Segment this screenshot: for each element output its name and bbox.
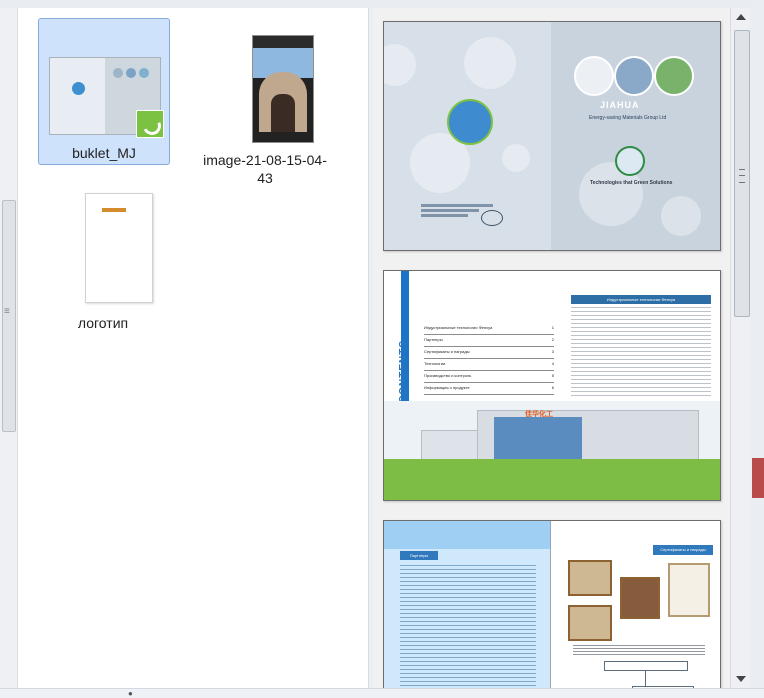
file-label: buklet_MJ — [72, 145, 136, 161]
partners-heading: Партнеры — [400, 551, 438, 560]
thumbnail-left-half — [50, 58, 105, 134]
coreldraw-badge-icon — [136, 110, 164, 138]
bokeh-circle — [502, 144, 530, 172]
diagram-connector — [645, 671, 646, 686]
contents-line: Производство и контроль 5 — [424, 372, 554, 383]
contents-line-text: Информация о продукте — [424, 385, 470, 390]
file-item-image[interactable]: image-21-08-15-04-43 — [198, 18, 332, 190]
file-item-buklet-mj[interactable]: buklet_MJ — [38, 18, 170, 165]
preview-scrollbar[interactable] — [730, 8, 751, 688]
document-thumbnail — [85, 193, 153, 303]
company-logo-icon — [615, 146, 645, 176]
building-sign: 佳华化工 — [525, 411, 553, 418]
contents-line-text: Сертификаты и награды — [424, 349, 470, 354]
contents-line: Индустриальные технологии Фенхуа 1 — [424, 324, 554, 335]
preview-page-partners: Партнеры Сертификаты и награды — [383, 520, 721, 688]
contents-title: CONTENTS — [398, 340, 409, 403]
globe-icon — [447, 99, 493, 145]
cover-tagline: Technologies that Green Solutions — [590, 180, 673, 186]
cover-brand-title: JIAHUA — [600, 100, 640, 110]
scroll-up-arrow-icon[interactable] — [736, 14, 746, 20]
cover-subtitle: Energy-saving Materials Group Ltd — [589, 115, 667, 121]
contents-line-text: Производство и контроль — [424, 373, 472, 378]
contents-header-bar: Индустриальные технологии Фенхуа — [571, 295, 711, 304]
preview-scroll-thumb[interactable] — [734, 30, 750, 317]
award-plaque-icon — [620, 577, 660, 619]
globe-thumbnail-icon — [72, 82, 85, 95]
contents-line-text: Партнеры — [424, 337, 443, 342]
preview-page-cover: JIAHUA Energy-saving Materials Group Ltd… — [383, 21, 721, 251]
car-thumbnail-icon — [113, 68, 123, 78]
contents-line: Партнеры 2 — [424, 336, 554, 347]
partners-top-band — [384, 521, 550, 549]
background-window-edge — [752, 458, 764, 498]
certificate-icon — [668, 563, 710, 617]
contents-line-page: 1 — [551, 325, 554, 330]
photo-status-strip — [253, 36, 313, 48]
bokeh-circle — [384, 44, 416, 86]
city-photo — [654, 56, 694, 96]
contents-line: Технологии 4 — [424, 360, 554, 371]
file-item-logotip[interactable]: логотип — [38, 188, 168, 332]
contents-line-page: 3 — [551, 349, 554, 354]
car-photo — [574, 56, 614, 96]
certificate-icon — [568, 605, 612, 641]
partners-panel: Партнеры — [384, 521, 550, 688]
left-scrollbar[interactable]: ≡ — [0, 8, 18, 688]
building-thumbnail-icon — [126, 68, 136, 78]
diagram-box — [604, 661, 688, 671]
window-right-edge — [750, 0, 764, 697]
contents-text-block — [571, 307, 711, 399]
preview-pane: JIAHUA Energy-saving Materials Group Ltd… — [373, 8, 730, 688]
cover-photo-row — [574, 56, 694, 96]
building-glass — [494, 417, 582, 465]
lawn — [384, 459, 720, 500]
contents-line-page: 6 — [551, 385, 554, 390]
file-label: image-21-08-15-04-43 — [203, 152, 327, 186]
file-list-pane: buklet_MJ image-21-08-15-04-43 логотип — [18, 8, 368, 688]
contents-line-page: 2 — [551, 337, 554, 342]
small-seal-icon — [481, 210, 503, 226]
file-label: логотип — [77, 315, 129, 331]
contents-line-page: 4 — [551, 361, 554, 366]
city-thumbnail-icon — [139, 68, 149, 78]
contents-line: Информация о продукте 6 — [424, 384, 554, 395]
certificate-icon — [568, 560, 612, 596]
contents-line-page: 5 — [551, 373, 554, 378]
contents-line-text: Технологии — [424, 361, 446, 366]
photo-doorway — [271, 94, 295, 132]
contents-line: Сертификаты и награды 3 — [424, 348, 554, 359]
contents-list: Индустриальные технологии Фенхуа 1 Партн… — [424, 324, 554, 396]
certificates-text — [573, 645, 705, 655]
grip-icon — [739, 169, 745, 183]
partners-text-block — [400, 565, 536, 688]
bokeh-circle — [661, 196, 701, 236]
grip-icon: ≡ — [4, 306, 10, 317]
building-photo — [614, 56, 654, 96]
logo-mark-icon — [102, 208, 126, 212]
contents-line-text: Индустриальные технологии Фенхуа — [424, 325, 493, 330]
bokeh-circle — [464, 37, 516, 89]
certificates-heading: Сертификаты и награды — [653, 545, 713, 555]
scroll-down-arrow-icon[interactable] — [736, 676, 746, 682]
preview-page-contents: CONTENTS Индустриальные технологии Фенху… — [383, 270, 721, 501]
photo-thumbnail — [252, 35, 314, 143]
document-thumbnail — [49, 57, 164, 138]
